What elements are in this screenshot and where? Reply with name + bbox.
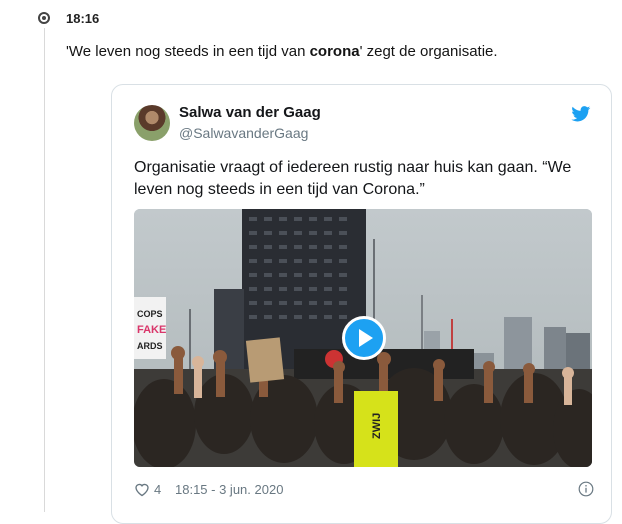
entry-text: 'We leven nog steeds in een tijd van cor… (66, 43, 498, 60)
info-icon[interactable] (578, 481, 594, 497)
banner-text: ZWIJ (371, 413, 383, 439)
entry-time: 18:16 (66, 11, 100, 26)
tweet-footer: 4 18:15 - 3 jun. 2020 (134, 481, 594, 501)
sign-text: COPS (137, 309, 163, 319)
tweet-text: Organisatie vraagt of iedereen rustig na… (134, 159, 572, 198)
timeline-line (44, 28, 45, 512)
timeline-dot-icon (38, 12, 50, 24)
like-count[interactable]: 4 (154, 482, 161, 497)
author-handle[interactable]: @SalwavanderGaag (179, 125, 308, 141)
embedded-tweet[interactable]: Salwa van der Gaag @SalwavanderGaag Orga… (111, 84, 612, 524)
sign-text-2: ARDS (137, 341, 163, 351)
video-player[interactable]: COPS FAKE ARDS ZWIJ (134, 209, 592, 467)
entry-text-bold: corona (309, 43, 360, 60)
sign-text-fake: FAKE (137, 324, 166, 336)
entry-text-before: 'We leven nog steeds in een tijd van (66, 43, 310, 60)
author-name[interactable]: Salwa van der Gaag (179, 104, 321, 121)
heart-icon[interactable] (134, 482, 150, 497)
entry-text-after: ' zegt de organisatie. (359, 43, 498, 60)
tweet-date[interactable]: 18:15 - 3 jun. 2020 (175, 482, 283, 497)
avatar[interactable] (134, 105, 170, 141)
play-icon[interactable] (342, 316, 386, 360)
twitter-bird-icon[interactable] (571, 106, 591, 122)
